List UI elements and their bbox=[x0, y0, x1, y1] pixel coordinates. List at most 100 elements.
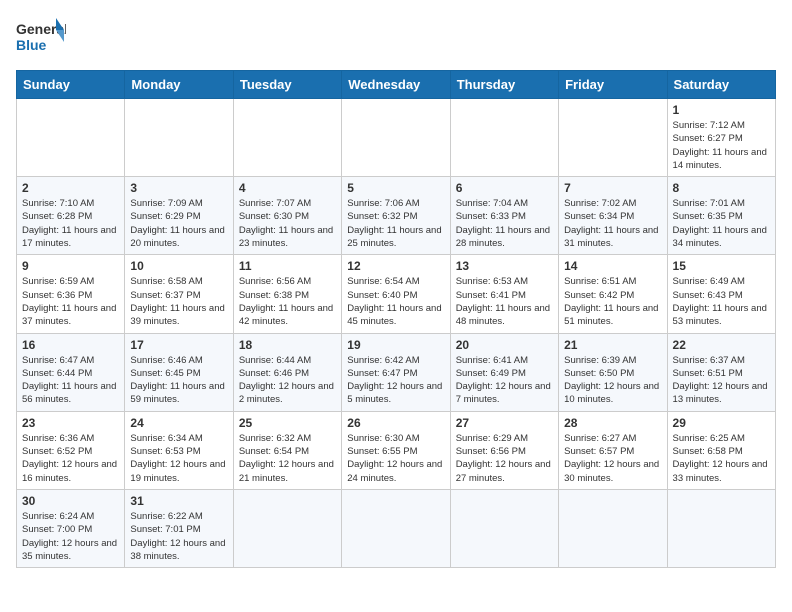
calendar-cell: 19 Sunrise: 6:42 AM Sunset: 6:47 PM Dayli… bbox=[342, 333, 450, 411]
calendar-cell: 5 Sunrise: 7:06 AM Sunset: 6:32 PM Daylig… bbox=[342, 177, 450, 255]
day-number: 25 bbox=[239, 416, 336, 430]
calendar-cell: 6Sunrise: 7:04 AM Sunset: 6:33 PM Daylig… bbox=[450, 177, 558, 255]
day-info: Sunrise: 6:36 AM Sunset: 6:52 PM Dayligh… bbox=[22, 432, 119, 485]
day-number: 8 bbox=[673, 181, 770, 195]
day-number: 4 bbox=[239, 181, 336, 195]
calendar-week-row: 1 Sunrise: 7:12 AM Sunset: 6:27 PM Daylig… bbox=[17, 99, 776, 177]
calendar-header-friday: Friday bbox=[559, 71, 667, 99]
day-info: Sunrise: 6:58 AM Sunset: 6:37 PM Dayligh… bbox=[130, 275, 227, 328]
day-number: 16 bbox=[22, 338, 119, 352]
calendar-week-row: 2 Sunrise: 7:10 AM Sunset: 6:28 PM Daylig… bbox=[17, 177, 776, 255]
calendar-header-row: SundayMondayTuesdayWednesdayThursdayFrid… bbox=[17, 71, 776, 99]
svg-text:Blue: Blue bbox=[16, 37, 47, 53]
day-number: 15 bbox=[673, 259, 770, 273]
calendar-cell: 22 Sunrise: 6:37 AM Sunset: 6:51 PM Dayli… bbox=[667, 333, 775, 411]
day-info: Sunrise: 7:09 AM Sunset: 6:29 PM Dayligh… bbox=[130, 197, 227, 250]
day-number: 22 bbox=[673, 338, 770, 352]
day-number: 1 bbox=[673, 103, 770, 117]
day-info: Sunrise: 6:30 AM Sunset: 6:55 PM Dayligh… bbox=[347, 432, 444, 485]
day-number: 23 bbox=[22, 416, 119, 430]
day-info: Sunrise: 6:27 AM Sunset: 6:57 PM Dayligh… bbox=[564, 432, 661, 485]
day-info: Sunrise: 6:32 AM Sunset: 6:54 PM Dayligh… bbox=[239, 432, 336, 485]
day-number: 24 bbox=[130, 416, 227, 430]
calendar-cell bbox=[667, 489, 775, 567]
day-number: 27 bbox=[456, 416, 553, 430]
day-number: 2 bbox=[22, 181, 119, 195]
day-number: 9 bbox=[22, 259, 119, 273]
calendar-cell: 12Sunrise: 6:54 AM Sunset: 6:40 PM Dayli… bbox=[342, 255, 450, 333]
day-info: Sunrise: 6:51 AM Sunset: 6:42 PM Dayligh… bbox=[564, 275, 661, 328]
day-info: Sunrise: 6:59 AM Sunset: 6:36 PM Dayligh… bbox=[22, 275, 119, 328]
calendar-cell: 8 Sunrise: 7:01 AM Sunset: 6:35 PM Daylig… bbox=[667, 177, 775, 255]
calendar-cell: 13 Sunrise: 6:53 AM Sunset: 6:41 PM Dayli… bbox=[450, 255, 558, 333]
calendar-cell: 14 Sunrise: 6:51 AM Sunset: 6:42 PM Dayli… bbox=[559, 255, 667, 333]
calendar-header-saturday: Saturday bbox=[667, 71, 775, 99]
day-number: 17 bbox=[130, 338, 227, 352]
calendar-cell: 25 Sunrise: 6:32 AM Sunset: 6:54 PM Dayli… bbox=[233, 411, 341, 489]
calendar-cell: 24 Sunrise: 6:34 AM Sunset: 6:53 PM Dayli… bbox=[125, 411, 233, 489]
day-info: Sunrise: 6:49 AM Sunset: 6:43 PM Dayligh… bbox=[673, 275, 770, 328]
day-info: Sunrise: 6:22 AM Sunset: 7:01 PM Dayligh… bbox=[130, 510, 227, 563]
calendar-cell bbox=[233, 489, 341, 567]
calendar-cell: 2 Sunrise: 7:10 AM Sunset: 6:28 PM Daylig… bbox=[17, 177, 125, 255]
calendar-cell bbox=[233, 99, 341, 177]
calendar-header-thursday: Thursday bbox=[450, 71, 558, 99]
calendar-cell: 29 Sunrise: 6:25 AM Sunset: 6:58 PM Dayli… bbox=[667, 411, 775, 489]
calendar-cell: 3Sunrise: 7:09 AM Sunset: 6:29 PM Daylig… bbox=[125, 177, 233, 255]
calendar-cell: 17 Sunrise: 6:46 AM Sunset: 6:45 PM Dayli… bbox=[125, 333, 233, 411]
day-info: Sunrise: 6:37 AM Sunset: 6:51 PM Dayligh… bbox=[673, 354, 770, 407]
day-info: Sunrise: 6:41 AM Sunset: 6:49 PM Dayligh… bbox=[456, 354, 553, 407]
calendar-header-wednesday: Wednesday bbox=[342, 71, 450, 99]
day-number: 20 bbox=[456, 338, 553, 352]
calendar-cell: 30 Sunrise: 6:24 AM Sunset: 7:00 PM Dayli… bbox=[17, 489, 125, 567]
day-info: Sunrise: 6:42 AM Sunset: 6:47 PM Dayligh… bbox=[347, 354, 444, 407]
day-number: 5 bbox=[347, 181, 444, 195]
day-info: Sunrise: 6:29 AM Sunset: 6:56 PM Dayligh… bbox=[456, 432, 553, 485]
calendar-cell: 20 Sunrise: 6:41 AM Sunset: 6:49 PM Dayli… bbox=[450, 333, 558, 411]
calendar-header-tuesday: Tuesday bbox=[233, 71, 341, 99]
day-info: Sunrise: 6:34 AM Sunset: 6:53 PM Dayligh… bbox=[130, 432, 227, 485]
calendar-cell: 16Sunrise: 6:47 AM Sunset: 6:44 PM Dayli… bbox=[17, 333, 125, 411]
day-info: Sunrise: 6:44 AM Sunset: 6:46 PM Dayligh… bbox=[239, 354, 336, 407]
day-info: Sunrise: 6:56 AM Sunset: 6:38 PM Dayligh… bbox=[239, 275, 336, 328]
calendar-cell: 1 Sunrise: 7:12 AM Sunset: 6:27 PM Daylig… bbox=[667, 99, 775, 177]
day-number: 26 bbox=[347, 416, 444, 430]
day-number: 13 bbox=[456, 259, 553, 273]
day-number: 11 bbox=[239, 259, 336, 273]
day-info: Sunrise: 7:04 AM Sunset: 6:33 PM Dayligh… bbox=[456, 197, 553, 250]
day-info: Sunrise: 7:07 AM Sunset: 6:30 PM Dayligh… bbox=[239, 197, 336, 250]
calendar-cell: 10Sunrise: 6:58 AM Sunset: 6:37 PM Dayli… bbox=[125, 255, 233, 333]
day-number: 28 bbox=[564, 416, 661, 430]
day-number: 18 bbox=[239, 338, 336, 352]
day-number: 7 bbox=[564, 181, 661, 195]
calendar-cell: 28 Sunrise: 6:27 AM Sunset: 6:57 PM Dayli… bbox=[559, 411, 667, 489]
calendar-cell: 21Sunrise: 6:39 AM Sunset: 6:50 PM Dayli… bbox=[559, 333, 667, 411]
day-number: 30 bbox=[22, 494, 119, 508]
calendar-cell: 27 Sunrise: 6:29 AM Sunset: 6:56 PM Dayli… bbox=[450, 411, 558, 489]
day-number: 19 bbox=[347, 338, 444, 352]
day-info: Sunrise: 7:02 AM Sunset: 6:34 PM Dayligh… bbox=[564, 197, 661, 250]
day-number: 14 bbox=[564, 259, 661, 273]
calendar: SundayMondayTuesdayWednesdayThursdayFrid… bbox=[16, 70, 776, 568]
day-info: Sunrise: 7:06 AM Sunset: 6:32 PM Dayligh… bbox=[347, 197, 444, 250]
calendar-cell bbox=[559, 99, 667, 177]
day-number: 12 bbox=[347, 259, 444, 273]
calendar-cell bbox=[342, 99, 450, 177]
calendar-week-row: 16Sunrise: 6:47 AM Sunset: 6:44 PM Dayli… bbox=[17, 333, 776, 411]
day-info: Sunrise: 7:01 AM Sunset: 6:35 PM Dayligh… bbox=[673, 197, 770, 250]
day-info: Sunrise: 6:25 AM Sunset: 6:58 PM Dayligh… bbox=[673, 432, 770, 485]
day-info: Sunrise: 6:46 AM Sunset: 6:45 PM Dayligh… bbox=[130, 354, 227, 407]
day-number: 21 bbox=[564, 338, 661, 352]
calendar-cell bbox=[125, 99, 233, 177]
calendar-cell: 7 Sunrise: 7:02 AM Sunset: 6:34 PM Daylig… bbox=[559, 177, 667, 255]
day-info: Sunrise: 6:24 AM Sunset: 7:00 PM Dayligh… bbox=[22, 510, 119, 563]
calendar-cell: 9 Sunrise: 6:59 AM Sunset: 6:36 PM Daylig… bbox=[17, 255, 125, 333]
day-number: 29 bbox=[673, 416, 770, 430]
calendar-cell: 31Sunrise: 6:22 AM Sunset: 7:01 PM Dayli… bbox=[125, 489, 233, 567]
calendar-cell bbox=[450, 99, 558, 177]
day-info: Sunrise: 6:53 AM Sunset: 6:41 PM Dayligh… bbox=[456, 275, 553, 328]
calendar-week-row: 9 Sunrise: 6:59 AM Sunset: 6:36 PM Daylig… bbox=[17, 255, 776, 333]
day-info: Sunrise: 7:12 AM Sunset: 6:27 PM Dayligh… bbox=[673, 119, 770, 172]
day-info: Sunrise: 7:10 AM Sunset: 6:28 PM Dayligh… bbox=[22, 197, 119, 250]
logo-svg: General Blue bbox=[16, 16, 66, 60]
